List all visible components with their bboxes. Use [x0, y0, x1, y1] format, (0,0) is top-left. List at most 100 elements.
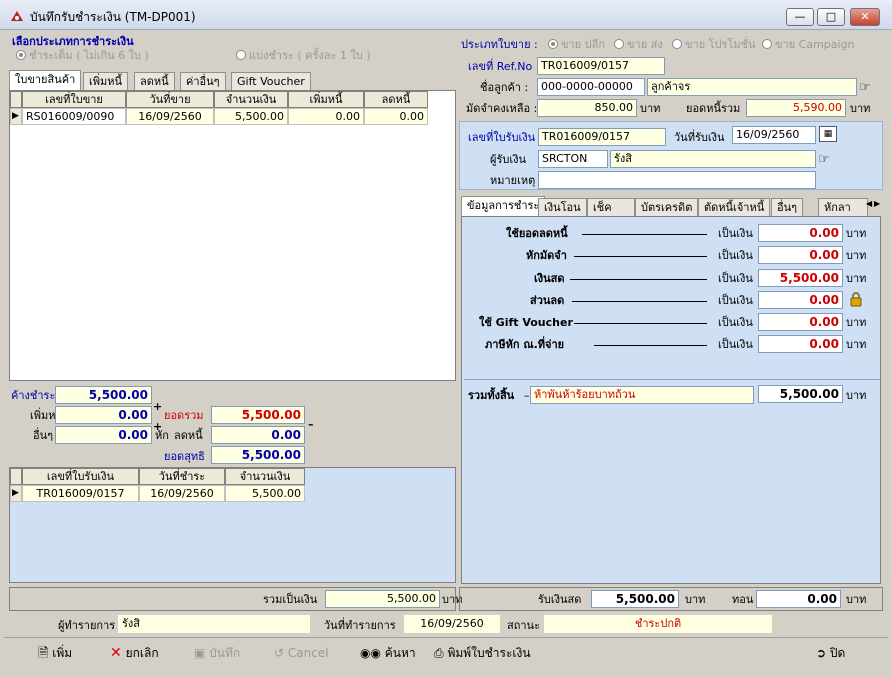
- deposit-label: มัดจำคงเหลือ :: [466, 102, 538, 115]
- sales-grid: เลขที่ใบขาย วันที่ขาย จำนวนเงิน เพิ่มหนี…: [9, 90, 456, 381]
- app-icon: [9, 8, 25, 24]
- receiver-label: ผู้รับเงิน: [490, 153, 526, 166]
- payment-row-value-5[interactable]: 0.00: [758, 335, 843, 353]
- payment-row-value-4[interactable]: 0.00: [758, 313, 843, 331]
- reduce-value: 0.00: [211, 426, 305, 444]
- col-receipt-no[interactable]: เลขที่ใบรับเงิน: [22, 468, 139, 485]
- payment-row-as-5: เป็นเงิน: [718, 338, 753, 351]
- lock-icon[interactable]: [848, 291, 864, 307]
- receiver-code-field[interactable]: SRCTON: [538, 150, 608, 168]
- grand-total-dash: –: [524, 389, 530, 402]
- title-bar: บันทึกรับชำระเงิน (TM-DP001) — □ ✕: [0, 0, 892, 30]
- total-debt-value: 5,590.00: [746, 99, 846, 117]
- other-label: อื่นๆ: [33, 429, 54, 442]
- receipt-no-field[interactable]: TR016009/0157: [538, 128, 666, 146]
- radio-campaign[interactable]: ขาย Campaign: [762, 38, 855, 52]
- col-receipt-amount[interactable]: จำนวนเงิน: [225, 468, 305, 485]
- payment-row-unit-2: บาท: [846, 272, 867, 285]
- printer-icon: ⎙: [434, 646, 444, 660]
- receipt-row-indicator[interactable]: ▶: [10, 485, 22, 502]
- radio-partial-payment[interactable]: แบ่งชำระ ( ครั้งละ 1 ใบ ): [236, 49, 371, 63]
- note-field[interactable]: [538, 171, 816, 189]
- payment-row-unit-1: บาท: [846, 249, 867, 262]
- customer-name-field[interactable]: ลูกค้าจร: [647, 78, 857, 96]
- radio-wholesale[interactable]: ขาย ส่ง: [614, 38, 663, 52]
- minimize-button[interactable]: —: [786, 8, 814, 26]
- tab-cheque[interactable]: เช็ค: [587, 198, 635, 216]
- deposit-value: 850.00: [537, 99, 637, 117]
- grand-sum-label: รวมเป็นเงิน: [263, 593, 318, 606]
- bottom-toolbar: 🗎 เพิ่ม ✕ ยกเลิก ▣ บันทึก ↺ Cancel ◉◉ ค้…: [4, 637, 888, 671]
- col-sale-date[interactable]: วันที่ขาย: [126, 91, 214, 108]
- payment-row-line-1: [574, 256, 707, 257]
- payment-row-label-3: ส่วนลด: [530, 294, 565, 307]
- cell-receipt-no[interactable]: TR016009/0157: [22, 485, 139, 502]
- print-receipt-button[interactable]: ⎙ พิมพ์ใบชำระเงิน: [434, 642, 531, 666]
- binoculars-icon: ◉◉: [360, 646, 381, 660]
- tab-other-charges[interactable]: ค่าอื่นๆ: [180, 72, 226, 90]
- cancel-button[interactable]: ↺ Cancel: [274, 642, 329, 666]
- payment-row-value-3[interactable]: 0.00: [758, 291, 843, 309]
- receipt-date-field[interactable]: 16/09/2560: [732, 126, 816, 144]
- tab-scroll-left-icon[interactable]: ◀: [866, 196, 874, 212]
- floppy-disk-icon: ▣: [194, 646, 206, 660]
- payment-row-value-0[interactable]: 0.00: [758, 224, 843, 242]
- tab-gift-voucher[interactable]: Gift Voucher: [231, 72, 311, 90]
- payment-row-value-1[interactable]: 0.00: [758, 246, 843, 264]
- cell-sale-date[interactable]: 16/09/2560: [126, 108, 214, 125]
- cell-add-debt[interactable]: 0.00: [288, 108, 364, 125]
- radio-full-payment[interactable]: ชำระเต็ม ( ไม่เกิน 6 ใบ ): [16, 49, 149, 63]
- maker-value: รังสิ: [118, 615, 310, 633]
- search-button[interactable]: ◉◉ ค้นหา: [360, 642, 416, 666]
- cell-receipt-amount[interactable]: 5,500.00: [225, 485, 305, 502]
- tab-payment-info[interactable]: ข้อมูลการชำระ: [461, 196, 546, 216]
- tab-add-debt[interactable]: เพิ่มหนี้: [83, 72, 129, 90]
- grand-sum-value: 5,500.00: [325, 590, 440, 608]
- cancel-document-button[interactable]: ✕ ยกเลิก: [110, 642, 159, 666]
- tab-scroll-right-icon[interactable]: ▶: [874, 196, 882, 212]
- tab-sales-invoices[interactable]: ใบขายสินค้า: [9, 70, 82, 90]
- col-pay-date[interactable]: วันที่ชำระ: [139, 468, 225, 485]
- total-debt-label: ยอดหนี้รวม: [686, 102, 741, 115]
- tab-credit-card[interactable]: บัตรเครดิต: [635, 198, 699, 216]
- customer-label: ชื่อลูกค้า :: [480, 81, 529, 94]
- close-window-button[interactable]: ✕: [850, 8, 880, 26]
- tab-creditor-offset[interactable]: ตัดหนี้เจ้าหนี้: [698, 198, 771, 216]
- entry-date-label: วันที่ทำรายการ: [324, 619, 396, 632]
- close-button[interactable]: ➲ ปิด: [816, 642, 845, 666]
- cell-amount[interactable]: 5,500.00: [214, 108, 288, 125]
- save-button[interactable]: ▣ บันทึก: [194, 642, 240, 666]
- payment-row-label-5: ภาษีหัก ณ.ที่จ่าย: [485, 338, 565, 351]
- calendar-icon[interactable]: ▦: [819, 126, 837, 142]
- receipt-grid-row-header: [10, 468, 22, 485]
- col-reduce-debt[interactable]: ลดหนี้: [364, 91, 428, 108]
- col-sale-no[interactable]: เลขที่ใบขาย: [22, 91, 126, 108]
- cash-received-value[interactable]: 5,500.00: [591, 590, 679, 608]
- ref-no-field[interactable]: TR016009/0157: [537, 57, 665, 75]
- customer-lookup-icon[interactable]: ☞: [859, 80, 877, 96]
- payment-row-value-2[interactable]: 5,500.00: [758, 269, 843, 287]
- other-value: 0.00: [55, 426, 152, 444]
- col-add-debt[interactable]: เพิ่มหนี้: [288, 91, 364, 108]
- payment-row-as-0: เป็นเงิน: [718, 227, 753, 240]
- customer-code-field[interactable]: 000-0000-00000: [537, 78, 645, 96]
- cell-sale-no[interactable]: RS016009/0090: [22, 108, 126, 125]
- tab-reduce-debt[interactable]: ลดหนี้: [134, 72, 175, 90]
- cell-pay-date[interactable]: 16/09/2560: [139, 485, 225, 502]
- net-label: ยอดสุทธิ: [164, 450, 205, 463]
- radio-retail[interactable]: ขาย ปลีก: [548, 38, 605, 52]
- radio-promotion[interactable]: ขาย โปรโมชั่น: [672, 38, 756, 52]
- less-label: หัก: [155, 429, 169, 442]
- row-indicator[interactable]: ▶: [10, 108, 22, 125]
- maximize-button[interactable]: □: [817, 8, 845, 26]
- receipt-date-label: วันที่รับเงิน: [674, 131, 725, 144]
- tab-transfer[interactable]: เงินโอน: [538, 198, 587, 216]
- col-amount[interactable]: จำนวนเงิน: [214, 91, 288, 108]
- receiver-lookup-icon[interactable]: ☞: [818, 152, 836, 168]
- total-debt-unit: บาท: [850, 102, 871, 115]
- tab-deduct[interactable]: หักลา: [818, 198, 868, 216]
- cell-reduce-debt[interactable]: 0.00: [364, 108, 428, 125]
- add-button[interactable]: 🗎 เพิ่ม: [38, 642, 72, 666]
- receiver-name-field[interactable]: รังสิ: [610, 150, 816, 168]
- tab-others[interactable]: อื่นๆ: [771, 198, 804, 216]
